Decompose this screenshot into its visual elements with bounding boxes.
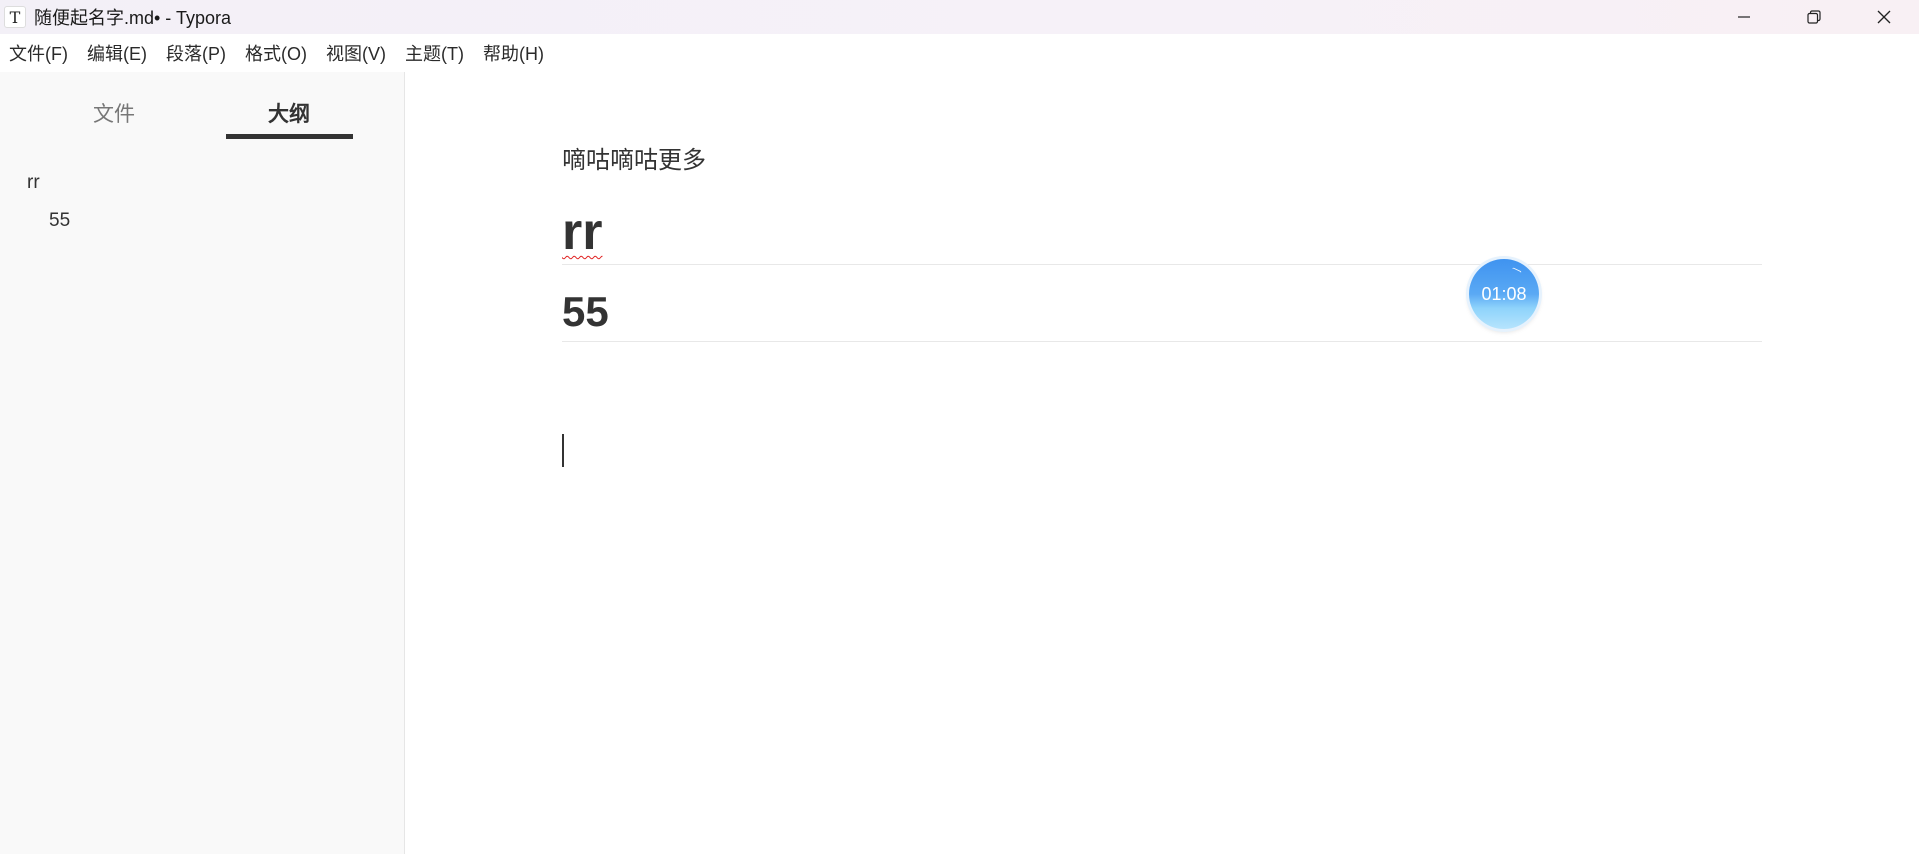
- sidebar-tabs: 文件 大纲: [0, 72, 405, 142]
- timer-text: 01:08: [1481, 283, 1527, 304]
- window-controls: [1709, 0, 1919, 34]
- close-icon: [1877, 10, 1891, 24]
- close-button[interactable]: [1849, 0, 1919, 34]
- text-caret: [562, 434, 564, 467]
- paragraph-text[interactable]: 嘀咕嘀咕更多: [562, 140, 706, 175]
- menu-format[interactable]: 格式(O): [245, 40, 307, 66]
- menu-view[interactable]: 视图(V): [326, 40, 386, 66]
- title-bar: T 随便起名字.md• - Typora: [0, 0, 1919, 34]
- timer-progress-icon: [1510, 267, 1522, 277]
- menu-edit[interactable]: 编辑(E): [87, 40, 147, 66]
- menu-theme[interactable]: 主题(T): [405, 40, 464, 66]
- tab-outline[interactable]: 大纲: [226, 98, 352, 128]
- active-tab-indicator: [226, 134, 353, 139]
- menu-file[interactable]: 文件(F): [9, 40, 68, 66]
- restore-button[interactable]: [1779, 0, 1849, 34]
- outline-item-rr[interactable]: rr: [0, 164, 405, 202]
- menu-help[interactable]: 帮助(H): [483, 40, 544, 66]
- window-title: 随便起名字.md• - Typora: [34, 8, 232, 28]
- heading-1[interactable]: rr: [562, 200, 602, 264]
- minimize-button[interactable]: [1709, 0, 1779, 34]
- restore-icon: [1807, 10, 1821, 24]
- menu-paragraph[interactable]: 段落(P): [166, 40, 226, 66]
- outline-item-55[interactable]: 55: [0, 202, 405, 240]
- editor-pane[interactable]: 嘀咕嘀咕更多 rr 55: [406, 72, 1919, 854]
- heading-2-divider: [562, 341, 1762, 342]
- typora-app-icon: T: [4, 6, 26, 28]
- heading-2[interactable]: 55: [562, 284, 609, 340]
- menu-bar: 文件(F) 编辑(E) 段落(P) 格式(O) 视图(V) 主题(T) 帮助(H…: [0, 34, 1919, 72]
- minimize-icon: [1738, 16, 1750, 18]
- floating-timer-widget[interactable]: 01:08: [1469, 259, 1539, 329]
- outline-list: rr 55: [0, 164, 405, 240]
- sidebar: 文件 大纲 rr 55: [0, 72, 405, 854]
- heading-1-divider: [562, 264, 1762, 265]
- tab-files[interactable]: 文件: [51, 98, 177, 128]
